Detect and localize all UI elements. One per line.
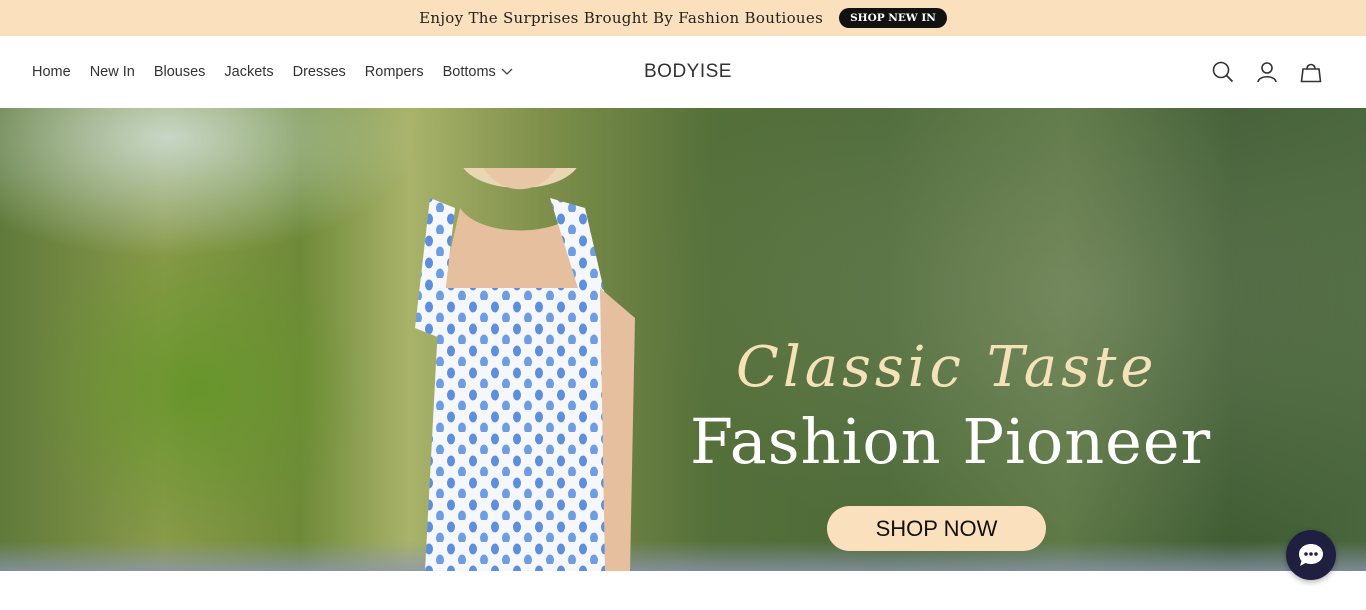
- hero-background-foliage: [30, 228, 360, 548]
- hero-script-title: Classic Taste: [736, 335, 1158, 400]
- model-dress-image: [415, 168, 635, 571]
- hero-title: Fashion Pioneer: [690, 405, 1212, 478]
- cart-icon[interactable]: [1300, 61, 1322, 83]
- site-logo[interactable]: BODYISE: [644, 36, 732, 108]
- nav-item-dresses[interactable]: Dresses: [293, 64, 346, 80]
- header-icons: [1190, 36, 1322, 108]
- announcement-text: Enjoy The Surprises Brought By Fashion B…: [419, 9, 824, 27]
- nav-item-home[interactable]: Home: [32, 64, 71, 80]
- hero-banner: Classic Taste Fashion Pioneer SHOP NOW: [0, 108, 1366, 571]
- nav-item-new-in[interactable]: New In: [90, 64, 135, 80]
- nav-item-blouses[interactable]: Blouses: [154, 64, 206, 80]
- main-nav: Home New In Blouses Jackets Dresses Romp…: [32, 36, 532, 108]
- site-header: Home New In Blouses Jackets Dresses Romp…: [0, 36, 1366, 108]
- nav-item-bottoms[interactable]: Bottoms: [443, 64, 513, 80]
- shop-now-button[interactable]: SHOP NOW: [827, 506, 1046, 551]
- hero-background-floor: [0, 541, 1366, 571]
- chat-icon[interactable]: [1286, 530, 1336, 580]
- shop-new-in-button[interactable]: SHOP NEW IN: [839, 8, 947, 28]
- nav-item-rompers[interactable]: Rompers: [365, 64, 424, 80]
- nav-item-bottoms-label: Bottoms: [442, 64, 496, 80]
- chevron-down-icon: [501, 68, 513, 75]
- account-icon[interactable]: [1256, 61, 1278, 83]
- nav-item-jackets[interactable]: Jackets: [224, 64, 273, 80]
- announcement-bar: Enjoy The Surprises Brought By Fashion B…: [0, 0, 1366, 36]
- search-icon[interactable]: [1212, 61, 1234, 83]
